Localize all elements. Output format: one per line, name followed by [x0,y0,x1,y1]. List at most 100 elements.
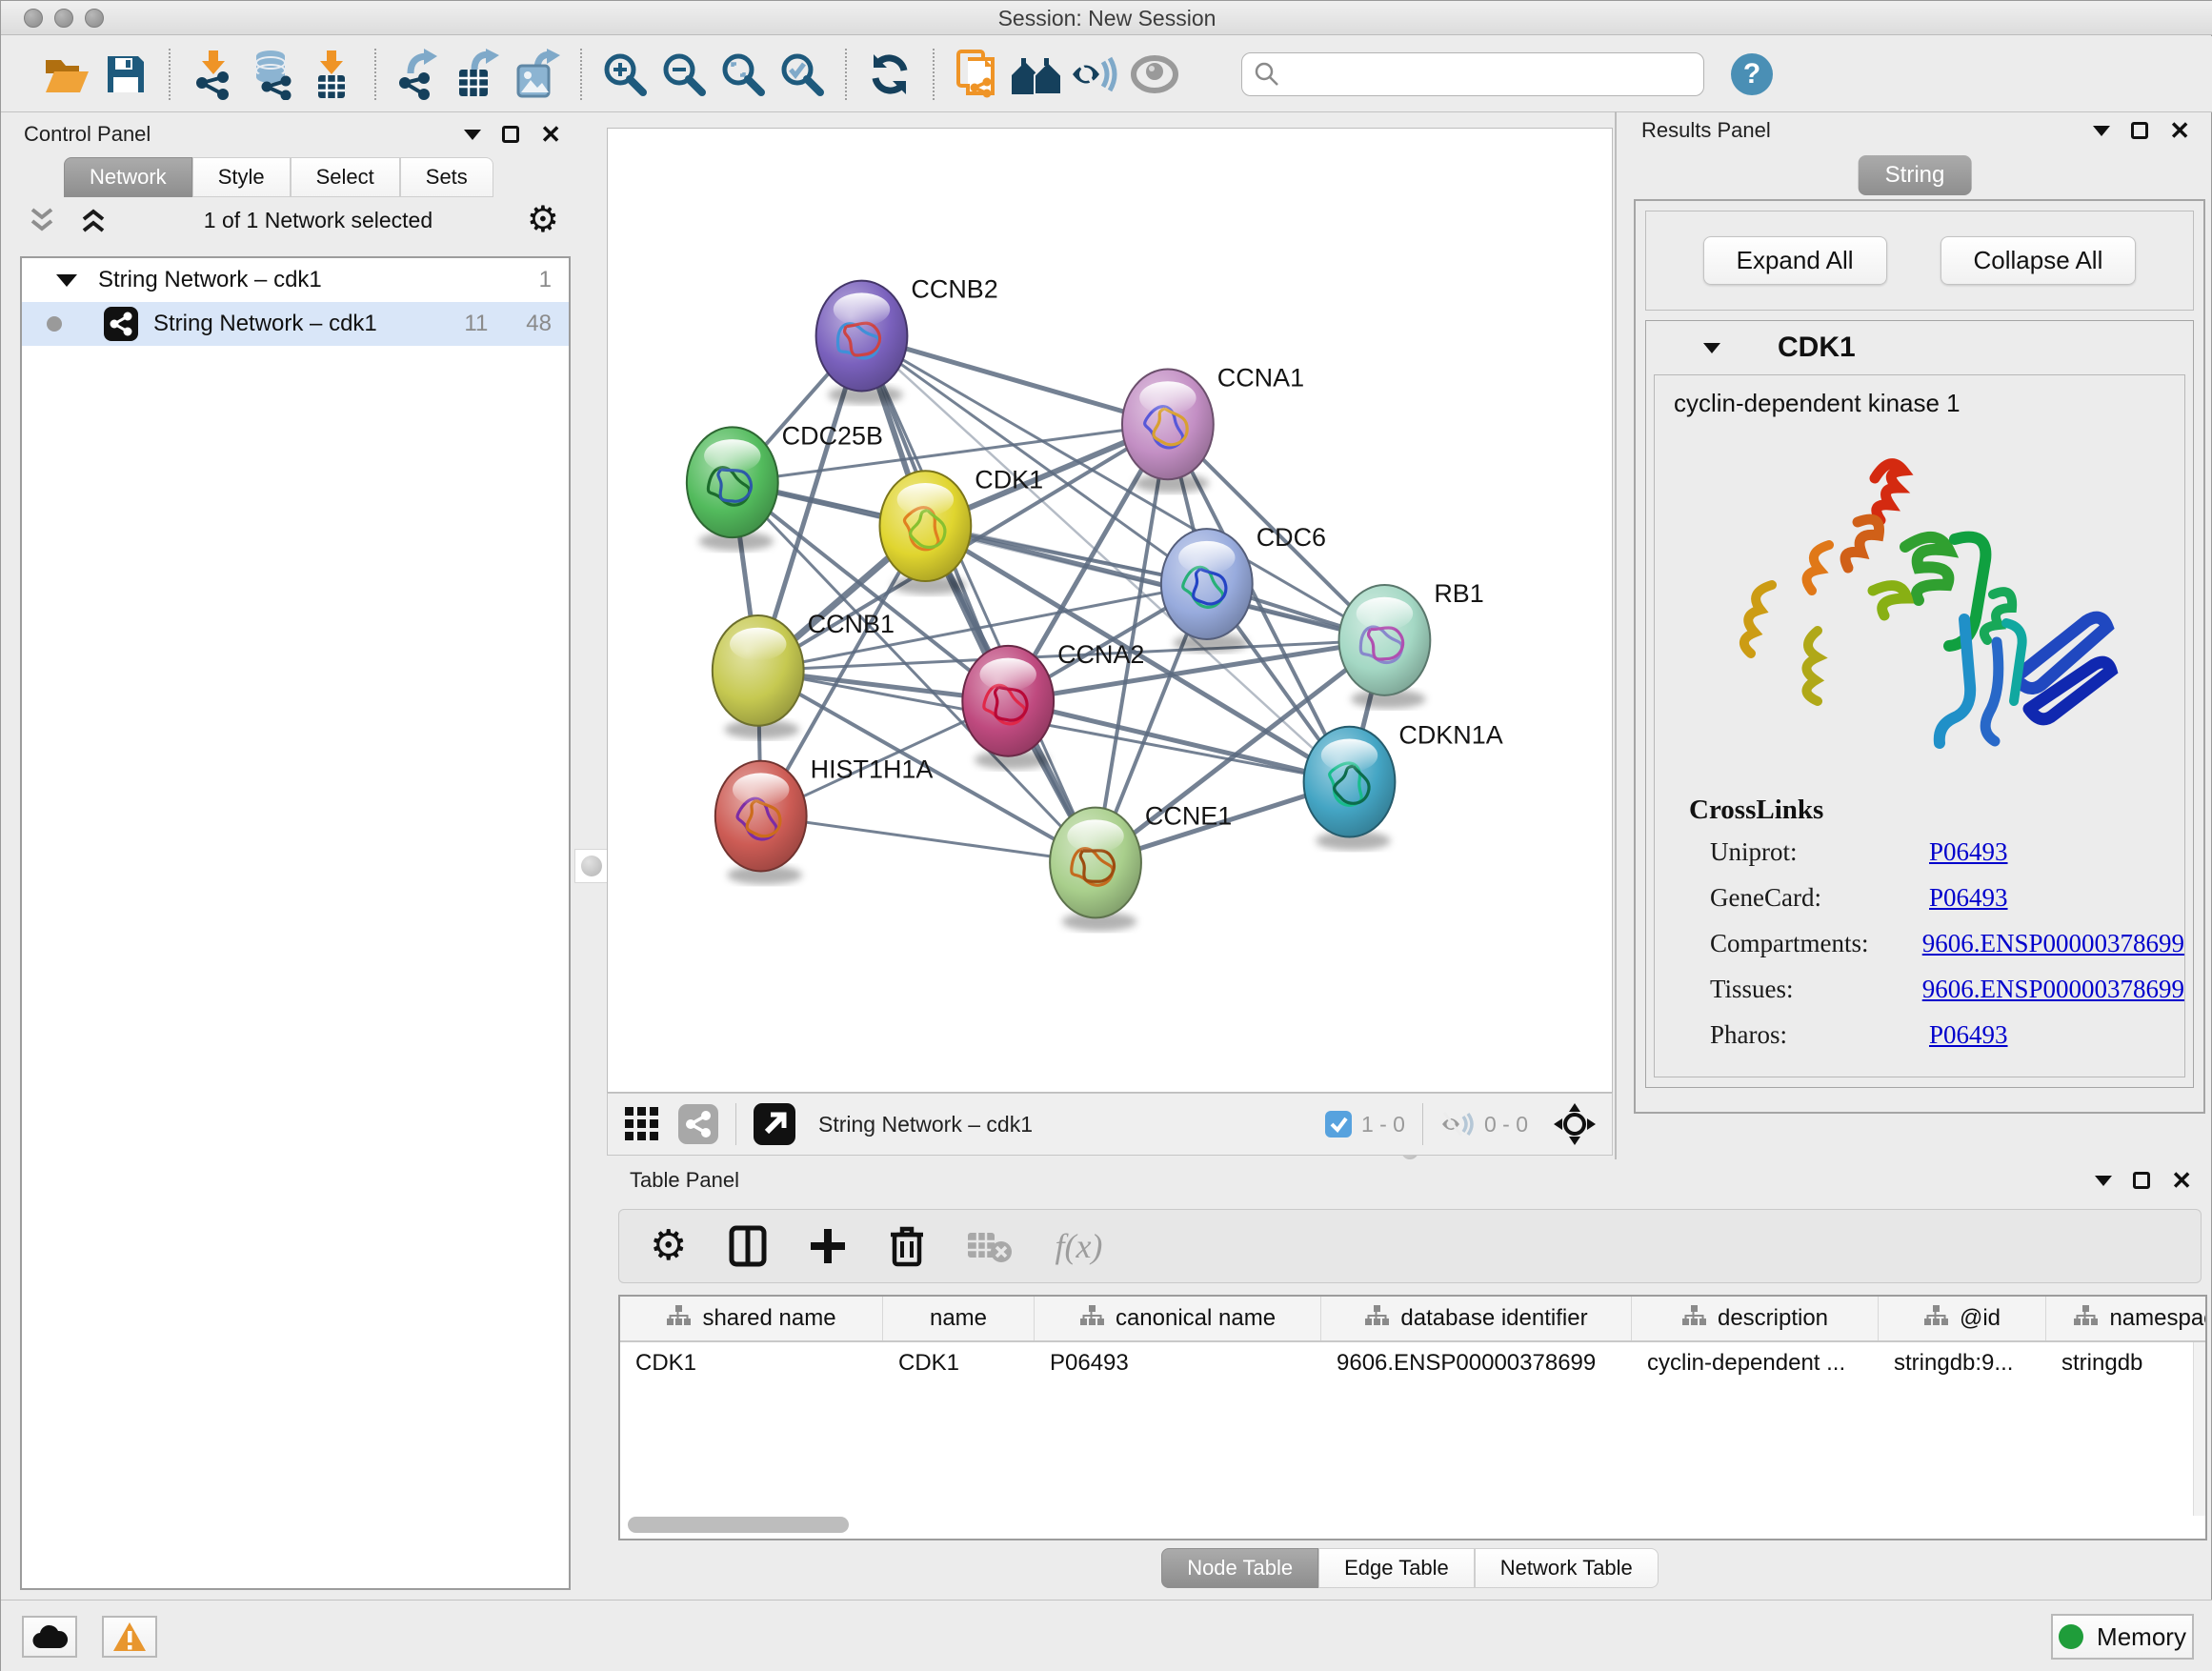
panel-close-icon[interactable]: ✕ [540,126,561,143]
hidden-elements-eye-icon[interactable] [1440,1110,1475,1138]
birds-eye-view-icon[interactable] [1125,46,1184,103]
panel-menu-icon[interactable] [464,130,481,140]
table-cell[interactable]: CDK1 [883,1342,1035,1386]
network-node-CCNA2[interactable]: CCNA2 [962,640,1144,770]
selected-nodes-checkbox-icon[interactable] [1325,1111,1352,1137]
column-header-database-identifier[interactable]: database identifier [1321,1297,1632,1340]
memory-button[interactable]: Memory [2051,1614,2194,1660]
return-to-start-icon[interactable] [1007,46,1066,103]
table-cell[interactable]: stringdb:9... [1879,1342,2046,1386]
network-node-CDK1[interactable]: CDK1 [879,465,1043,594]
refresh-icon[interactable] [860,46,919,103]
search-input[interactable] [1280,62,1680,87]
network-node-CDC25B[interactable]: CDC25B [687,421,883,551]
export-image-icon[interactable] [508,46,567,103]
table-row[interactable]: CDK1CDK1P064939606.ENSP00000378699cyclin… [620,1342,2205,1386]
show-hide-graphics-details-icon[interactable] [1066,46,1125,103]
tab-sets[interactable]: Sets [400,157,493,197]
network-collection-row[interactable]: String Network – cdk1 1 [22,258,569,302]
tab-network-table[interactable]: Network Table [1475,1548,1659,1588]
import-network-from-database-icon[interactable] [243,46,302,103]
network-row[interactable]: String Network – cdk1 11 48 [22,302,569,346]
tab-edge-table[interactable]: Edge Table [1318,1548,1475,1588]
tab-style[interactable]: Style [192,157,291,197]
search-field[interactable] [1241,52,1704,96]
delete-table-icon[interactable] [967,1229,1013,1263]
network-thumbnail-icon[interactable] [678,1104,718,1144]
left-splitter-handle[interactable] [574,849,609,883]
zoom-in-icon[interactable] [595,46,654,103]
show-columns-icon[interactable] [729,1225,767,1267]
network-edge-HIST1H1A-CCNE1[interactable] [761,816,1096,863]
zoom-fit-icon[interactable] [714,46,773,103]
expand-all-button[interactable]: Expand All [1703,236,1887,285]
panel-float-icon[interactable] [502,126,519,143]
network-tree: String Network – cdk1 1 String Network –… [20,256,571,1590]
crosslink-link[interactable]: P06493 [1929,837,2008,866]
tab-select[interactable]: Select [291,157,400,197]
column-header-namespace[interactable]: namespace [2046,1297,2207,1340]
network-node-CCNB2[interactable]: CCNB2 [816,275,998,405]
function-builder-icon[interactable]: f(x) [1055,1226,1102,1266]
table-cell[interactable]: cyclin-dependent ... [1632,1342,1879,1386]
network-node-CCNE1[interactable]: CCNE1 [1050,802,1232,932]
network-node-RB1[interactable]: RB1 [1339,579,1484,709]
import-table-from-file-icon[interactable] [302,46,361,103]
collection-collapse-icon[interactable] [56,274,77,287]
panel-close-icon[interactable]: ✕ [2169,122,2190,139]
open-session-icon[interactable] [37,46,96,103]
panel-float-icon[interactable] [2133,1172,2150,1189]
tab-node-table[interactable]: Node Table [1161,1548,1318,1588]
zoom-out-icon[interactable] [654,46,714,103]
network-canvas[interactable]: CCNB2CCNA1CDC25BCDK1CDC6RB1CCNB1CCNA2CDK… [607,128,1613,1093]
column-header-canonical-name[interactable]: canonical name [1035,1297,1321,1340]
column-header-name[interactable]: name [883,1297,1035,1340]
column-header-@id[interactable]: @id [1879,1297,2046,1340]
network-options-gear-icon[interactable]: ⚙ [527,206,559,234]
table-cell[interactable]: CDK1 [620,1342,883,1386]
table-options-gear-icon[interactable]: ⚙ [650,1227,687,1265]
crosslink-link[interactable]: 9606.ENSP00000378699 [1922,975,2184,1003]
network-node-HIST1H1A[interactable]: HIST1H1A [715,755,934,885]
crosslink-link[interactable]: 9606.ENSP00000378699 [1922,929,2184,957]
tab-network[interactable]: Network [64,157,192,197]
node-label-CDKN1A: CDKN1A [1398,721,1502,750]
crosslink-link[interactable]: P06493 [1929,883,2008,912]
column-label: shared name [702,1305,835,1332]
network-node-CDKN1A[interactable]: CDKN1A [1304,721,1503,851]
create-column-icon[interactable] [809,1227,847,1265]
table-cell[interactable]: P06493 [1035,1342,1321,1386]
table-cell[interactable]: 9606.ENSP00000378699 [1321,1342,1632,1386]
export-network-icon[interactable] [390,46,449,103]
tab-string[interactable]: String [1859,155,1972,195]
panel-close-icon[interactable]: ✕ [2171,1172,2192,1189]
collapse-all-button[interactable]: Collapse All [1941,236,2137,285]
export-table-icon[interactable] [449,46,508,103]
horizontal-scrollbar[interactable] [628,1517,849,1533]
open-in-cytoscape-web-icon[interactable] [948,46,1007,103]
grid-view-icon[interactable] [623,1105,661,1143]
collapse-all-icon[interactable] [26,206,58,234]
column-header-shared-name[interactable]: shared name [620,1297,883,1340]
network-edge-CCNB2-CCNA1[interactable] [862,336,1168,425]
birdseye-navigator-icon[interactable] [1553,1102,1597,1146]
network-node-CCNA1[interactable]: CCNA1 [1122,363,1304,493]
zoom-selected-icon[interactable] [773,46,832,103]
expand-all-icon[interactable] [77,206,110,234]
cloud-status-button[interactable] [22,1616,77,1658]
gene-section-collapse-icon[interactable] [1703,343,1720,353]
delete-column-icon[interactable] [889,1225,925,1267]
panel-menu-icon[interactable] [2093,126,2110,136]
save-session-icon[interactable] [96,46,155,103]
help-button[interactable]: ? [1731,53,1773,95]
table-cell[interactable]: stringdb [2046,1342,2207,1386]
import-network-from-file-icon[interactable] [184,46,243,103]
open-full-view-icon[interactable] [754,1103,795,1145]
warning-status-button[interactable] [102,1616,157,1658]
panel-float-icon[interactable] [2131,122,2148,139]
crosslink-link[interactable]: P06493 [1929,1020,2008,1049]
vertical-scrollbar[interactable] [2193,1342,2205,1516]
column-header-description[interactable]: description [1632,1297,1879,1340]
panel-menu-icon[interactable] [2095,1176,2112,1186]
shared-column-icon [1079,1304,1104,1334]
